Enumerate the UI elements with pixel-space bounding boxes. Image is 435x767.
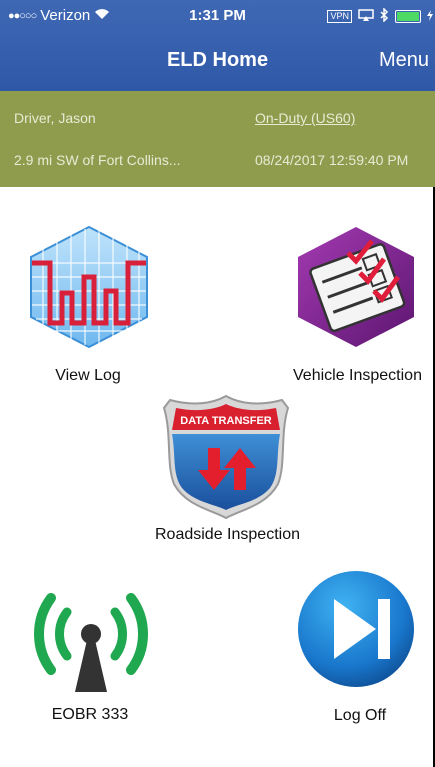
log-off-button[interactable]: Log Off [290, 565, 430, 730]
vpn-badge: VPN [327, 10, 352, 23]
driver-info-bar: Driver, Jason On-Duty (US60) 2.9 mi SW o… [0, 91, 435, 187]
timestamp-text: 08/24/2017 12:59:40 PM [255, 152, 409, 168]
inspection-checklist-icon [290, 225, 422, 349]
vehicle-inspection-button[interactable]: Vehicle Inspection [280, 225, 435, 390]
top-bar: ●●○○○ Verizon 1:31 PM VPN ELD Home Menu [0, 0, 435, 91]
roadside-inspection-label: Roadside Inspection [155, 526, 300, 543]
wireless-tower-icon [29, 584, 153, 694]
vehicle-inspection-label: Vehicle Inspection [293, 367, 422, 384]
bluetooth-icon [380, 7, 389, 25]
data-transfer-shield-icon: DATA TRANSFER [162, 394, 290, 520]
roadside-inspection-button[interactable]: DATA TRANSFER Roadside Inspection [135, 390, 320, 550]
driver-name: Driver, Jason [14, 110, 96, 126]
duty-status-link[interactable]: On-Duty (US60) [255, 110, 355, 126]
eobr-device-button[interactable]: EOBR 333 [15, 580, 165, 730]
log-off-label: Log Off [333, 707, 387, 724]
battery-icon [395, 10, 421, 23]
status-icons: VPN [327, 7, 433, 25]
charging-icon [427, 9, 433, 24]
airplay-icon [358, 9, 374, 24]
view-log-button[interactable]: View Log [18, 225, 158, 390]
menu-button[interactable]: Menu [379, 49, 429, 72]
location-text: 2.9 mi SW of Fort Collins... [14, 152, 181, 168]
log-grid-icon [28, 225, 150, 349]
page-title: ELD Home [166, 49, 269, 71]
view-log-label: View Log [55, 367, 121, 384]
data-transfer-badge-text: DATA TRANSFER [180, 415, 272, 427]
eobr-label: EOBR 333 [51, 706, 129, 723]
skip-forward-icon [294, 567, 418, 691]
status-bar: ●●○○○ Verizon 1:31 PM VPN [0, 0, 435, 30]
